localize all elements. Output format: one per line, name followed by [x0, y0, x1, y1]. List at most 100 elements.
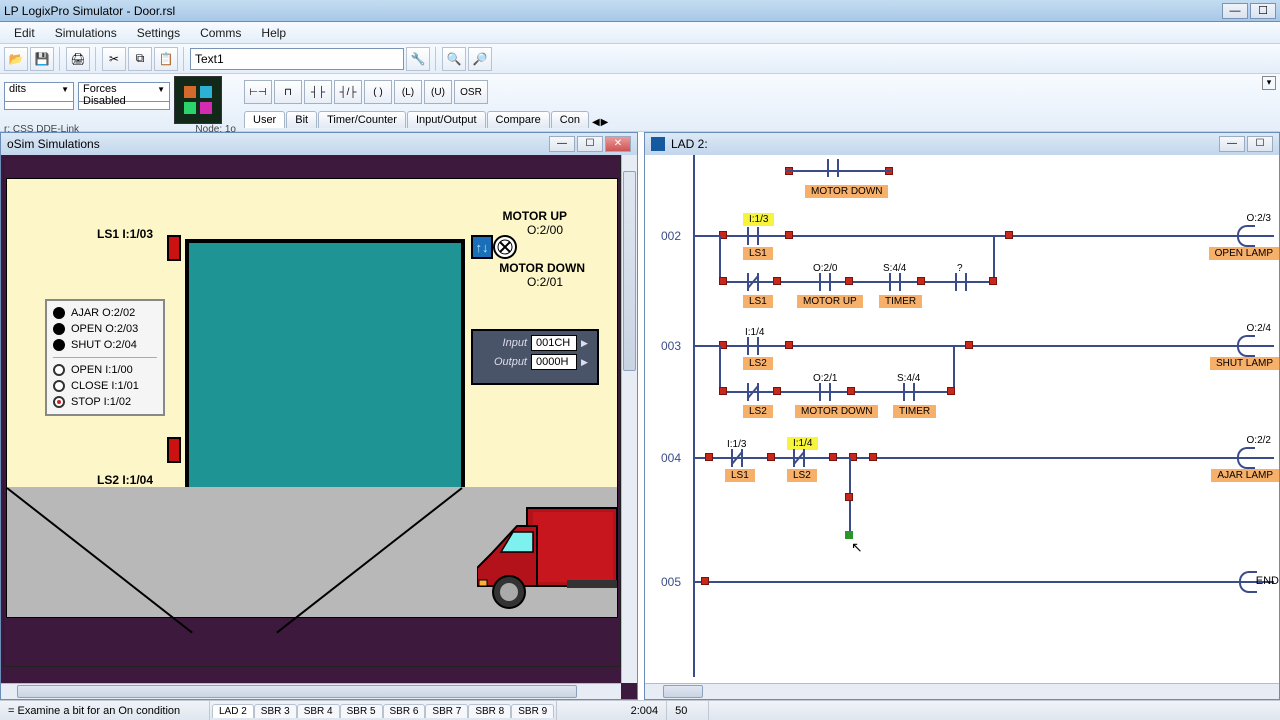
lad-min-button[interactable]: —: [1219, 136, 1245, 152]
open-button[interactable]: [53, 364, 65, 376]
rung-tool[interactable]: ⊢⊣: [244, 80, 272, 104]
r003-tmr-tag: TIMER: [893, 405, 936, 418]
minimize-button[interactable]: —: [1222, 3, 1248, 19]
rung-002-num: 002: [661, 229, 681, 243]
stop-btn-label: STOP I:1/02: [71, 396, 131, 408]
ajar-label: AJAR O:2/02: [71, 307, 135, 319]
menu-bar: Edit Simulations Settings Comms Help: [0, 22, 1280, 44]
door-frame: [185, 239, 465, 491]
plc-output-value: 0000H: [531, 354, 577, 370]
r003-ls2b-tag: LS2: [743, 405, 773, 418]
find-button[interactable]: 🔧: [406, 47, 430, 71]
plc-input-label: Input: [477, 337, 527, 349]
tab-compare[interactable]: Compare: [487, 111, 550, 128]
plc-io-panel: Input001CH▶ Output0000H▶: [471, 329, 599, 385]
zoom-in-button[interactable]: 🔍: [442, 47, 466, 71]
pin-button[interactable]: ▾: [1262, 76, 1276, 90]
menu-comms[interactable]: Comms: [190, 23, 251, 43]
r003-ls2-tag: LS2: [743, 357, 773, 370]
stop-button[interactable]: [53, 396, 65, 408]
menu-settings[interactable]: Settings: [127, 23, 190, 43]
r004-ls1-tag: LS1: [725, 469, 755, 482]
r005-end: END: [1256, 575, 1279, 587]
open-lamp: [53, 323, 65, 335]
forces-disabled-combo[interactable]: Forces Disabled: [78, 82, 170, 102]
plc-input-value: 001CH: [531, 335, 577, 351]
motor-up-label: MOTOR UP: [503, 209, 567, 223]
maximize-button[interactable]: ☐: [1250, 3, 1276, 19]
motor-stop-icon: [493, 235, 517, 259]
r004-out-tag: AJAR LAMP: [1211, 469, 1279, 482]
tab-lad2[interactable]: LAD 2: [212, 704, 254, 718]
menu-simulations[interactable]: Simulations: [45, 23, 127, 43]
edits-combo[interactable]: dits: [4, 82, 74, 102]
tab-con[interactable]: Con: [551, 111, 589, 128]
search-input[interactable]: [190, 48, 404, 70]
app-title: LP LogixPro Simulator - Door.rsl: [4, 4, 1220, 18]
tab-sbr9[interactable]: SBR 9: [511, 704, 554, 718]
ladder-editor[interactable]: MOTOR DOWN 002 I:1/3 I:1/3 LS1 O:2/3 OPE…: [645, 155, 1279, 699]
open-button[interactable]: 📂: [4, 47, 28, 71]
menu-help[interactable]: Help: [251, 23, 296, 43]
paste-button[interactable]: 📋: [154, 47, 178, 71]
rung-005-num: 005: [661, 575, 681, 589]
mouse-cursor-icon: ↖: [851, 539, 863, 556]
tab-sbr5[interactable]: SBR 5: [340, 704, 383, 718]
tab-sbr4[interactable]: SBR 4: [297, 704, 340, 718]
lad-hscroll[interactable]: [645, 683, 1279, 699]
door: [189, 243, 461, 487]
ls1-sensor: [167, 235, 181, 261]
xic-tool[interactable]: ┤├: [304, 80, 332, 104]
door-simulation[interactable]: LS1 I:1/03 LS2 I:1/04 MOTOR UP O:2/00 ↑↓…: [6, 178, 618, 618]
r004-ls2-tag: LS2: [787, 469, 817, 482]
menu-edit[interactable]: Edit: [4, 23, 45, 43]
status-val: 50: [667, 701, 709, 720]
lad-title: LAD 2:: [671, 137, 1217, 151]
sim-max-button[interactable]: ☐: [577, 136, 603, 152]
r001-out-tag: MOTOR DOWN: [805, 185, 888, 198]
shut-lamp-label: SHUT O:2/04: [71, 339, 137, 351]
ote-tool[interactable]: ( ): [364, 80, 392, 104]
cut-button[interactable]: ✂: [102, 47, 126, 71]
lad-max-button[interactable]: ☐: [1247, 136, 1273, 152]
rung-004-num: 004: [661, 451, 681, 465]
sim-vscroll[interactable]: [621, 155, 637, 683]
tab-sbr7[interactable]: SBR 7: [425, 704, 468, 718]
status-bar: = Examine a bit for an On condition LAD …: [0, 700, 1280, 720]
print-button[interactable]: 🖨: [66, 47, 90, 71]
r004-out-addr: O:2/2: [1247, 435, 1271, 446]
tab-io[interactable]: Input/Output: [407, 111, 486, 128]
r002-out-tag: OPEN LAMP: [1209, 247, 1279, 260]
open-btn-label: OPEN I:1/00: [71, 364, 133, 376]
tab-user[interactable]: User: [244, 111, 285, 128]
tab-bit[interactable]: Bit: [286, 111, 317, 128]
r002-mup-tag: MOTOR UP: [797, 295, 863, 308]
tab-timer-counter[interactable]: Timer/Counter: [318, 111, 406, 128]
status-rung: 2:004: [557, 701, 667, 720]
ls1-label: LS1 I:1/03: [97, 227, 153, 241]
motor-arrows-icon: ↑↓: [471, 235, 493, 259]
close-button[interactable]: [53, 380, 65, 392]
lad-icon: [651, 137, 665, 151]
save-button[interactable]: 💾: [30, 47, 54, 71]
r002-addr1-hl: I:1/3: [743, 213, 774, 226]
sim-close-button[interactable]: ✕: [605, 136, 631, 152]
plc-output-label: Output: [477, 356, 527, 368]
copy-button[interactable]: ⧉: [128, 47, 152, 71]
osr-tool[interactable]: OSR: [454, 80, 488, 104]
otl-tool[interactable]: (L): [394, 80, 422, 104]
branch-tool[interactable]: ⊓: [274, 80, 302, 104]
status-hint: = Examine a bit for an On condition: [0, 701, 210, 720]
tab-sbr3[interactable]: SBR 3: [254, 704, 297, 718]
ladder-window: LAD 2: — ☐ MOTOR DOWN 002 I:1/3 I:1/3 LS…: [644, 132, 1280, 700]
xio-tool[interactable]: ┤/├: [334, 80, 362, 104]
r002-tmr-tag: TIMER: [879, 295, 922, 308]
tab-sbr6[interactable]: SBR 6: [383, 704, 426, 718]
ls2-sensor: [167, 437, 181, 463]
sim-min-button[interactable]: —: [549, 136, 575, 152]
control-panel: AJAR O:2/02 OPEN O:2/03 SHUT O:2/04 OPEN…: [45, 299, 165, 416]
otu-tool[interactable]: (U): [424, 80, 452, 104]
tab-sbr8[interactable]: SBR 8: [468, 704, 511, 718]
zoom-out-button[interactable]: 🔎: [468, 47, 492, 71]
sim-hscroll[interactable]: [1, 683, 621, 699]
